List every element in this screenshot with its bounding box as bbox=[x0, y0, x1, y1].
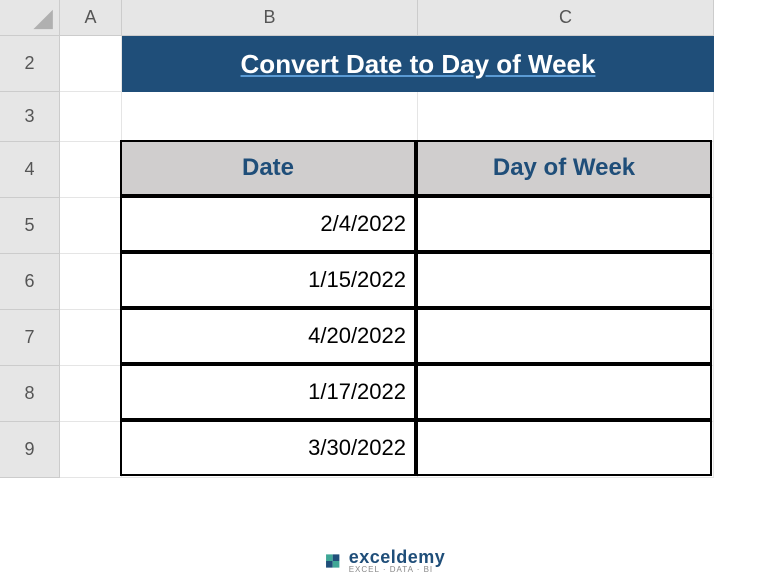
cell-day-1[interactable] bbox=[416, 252, 712, 308]
cell-A3[interactable] bbox=[60, 92, 122, 142]
row-header-2[interactable]: 2 bbox=[0, 36, 60, 92]
row-header-8[interactable]: 8 bbox=[0, 366, 60, 422]
logo-text: exceldemy bbox=[349, 548, 446, 566]
cell-A2[interactable] bbox=[60, 36, 122, 92]
cell-A5[interactable] bbox=[60, 198, 122, 254]
cell-A4[interactable] bbox=[60, 142, 122, 198]
select-all-corner[interactable] bbox=[0, 0, 60, 36]
column-headers: ABC bbox=[60, 0, 714, 36]
row-header-6[interactable]: 6 bbox=[0, 254, 60, 310]
cell-date-4[interactable]: 3/30/2022 bbox=[120, 420, 416, 476]
column-header-B[interactable]: B bbox=[122, 0, 418, 36]
cell-day-0[interactable] bbox=[416, 196, 712, 252]
cell-day-4[interactable] bbox=[416, 420, 712, 476]
cell-date-1[interactable]: 1/15/2022 bbox=[120, 252, 416, 308]
row-header-3[interactable]: 3 bbox=[0, 92, 60, 142]
cell-A7[interactable] bbox=[60, 310, 122, 366]
row-header-9[interactable]: 9 bbox=[0, 422, 60, 478]
cell-A9[interactable] bbox=[60, 422, 122, 478]
cell-date-2[interactable]: 4/20/2022 bbox=[120, 308, 416, 364]
title-cell[interactable]: Convert Date to Day of Week bbox=[122, 36, 714, 92]
cell-A6[interactable] bbox=[60, 254, 122, 310]
cell-C3[interactable] bbox=[418, 92, 714, 142]
column-header-A[interactable]: A bbox=[60, 0, 122, 36]
cell-B3[interactable] bbox=[122, 92, 418, 142]
cell-day-2[interactable] bbox=[416, 308, 712, 364]
logo-icon bbox=[323, 551, 343, 571]
cell-day-3[interactable] bbox=[416, 364, 712, 420]
header-day-of-week[interactable]: Day of Week bbox=[416, 140, 712, 196]
header-date[interactable]: Date bbox=[120, 140, 416, 196]
row-header-5[interactable]: 5 bbox=[0, 198, 60, 254]
cell-date-3[interactable]: 1/17/2022 bbox=[120, 364, 416, 420]
row-header-4[interactable]: 4 bbox=[0, 142, 60, 198]
cell-date-0[interactable]: 2/4/2022 bbox=[120, 196, 416, 252]
logo: exceldemy EXCEL · DATA · BI bbox=[323, 548, 446, 574]
logo-tagline: EXCEL · DATA · BI bbox=[349, 566, 446, 574]
cell-A8[interactable] bbox=[60, 366, 122, 422]
row-header-7[interactable]: 7 bbox=[0, 310, 60, 366]
row-headers: 23456789 bbox=[0, 36, 60, 478]
column-header-C[interactable]: C bbox=[418, 0, 714, 36]
